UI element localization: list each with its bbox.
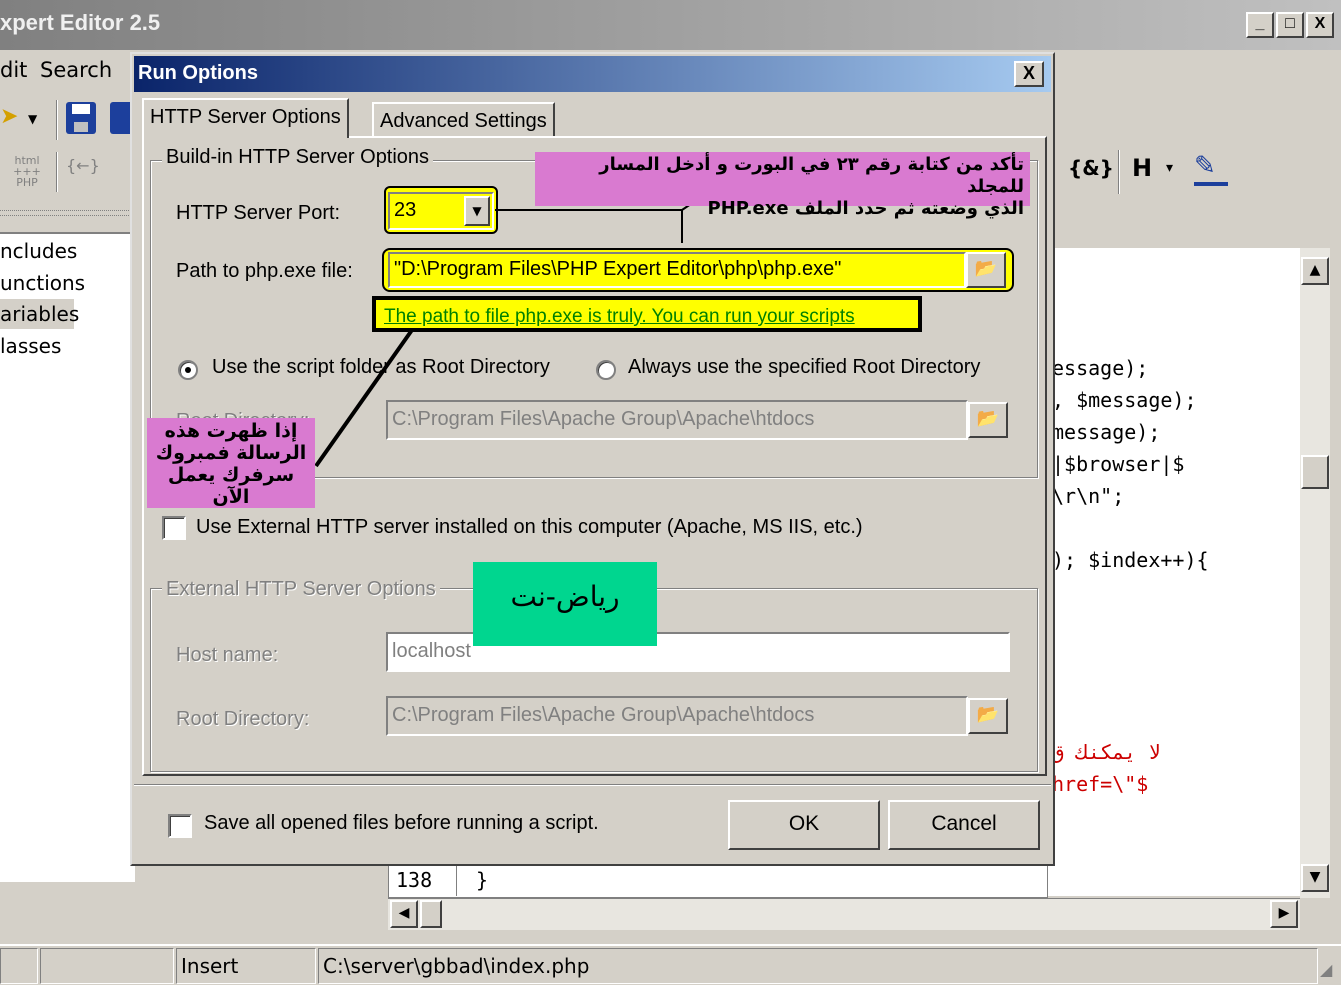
annotation-success-line2: الرسالة فمبروك <box>155 442 307 464</box>
annotation-port-note-line2: الذي وضعته ثم حدد الملف PHP.exe <box>707 198 1024 219</box>
annotation-success-line1: إذا ظهرت هذه <box>164 420 298 442</box>
watermark-label: رياض-نت <box>473 562 657 646</box>
annotation-port-note-line1: تأكد من كتابة رقم ٢٣ في البورت و أدخل ال… <box>599 154 1024 197</box>
annotation-port-note: تأكد من كتابة رقم ٢٣ في البورت و أدخل ال… <box>535 152 1030 219</box>
annotation-success-line3: سرفرك يعمل الآن <box>167 464 295 508</box>
annotation-success-note: إذا ظهرت هذه الرسالة فمبروك سرفرك يعمل ا… <box>147 418 315 508</box>
tab-http-server-options[interactable]: HTTP Server Options <box>142 98 349 138</box>
